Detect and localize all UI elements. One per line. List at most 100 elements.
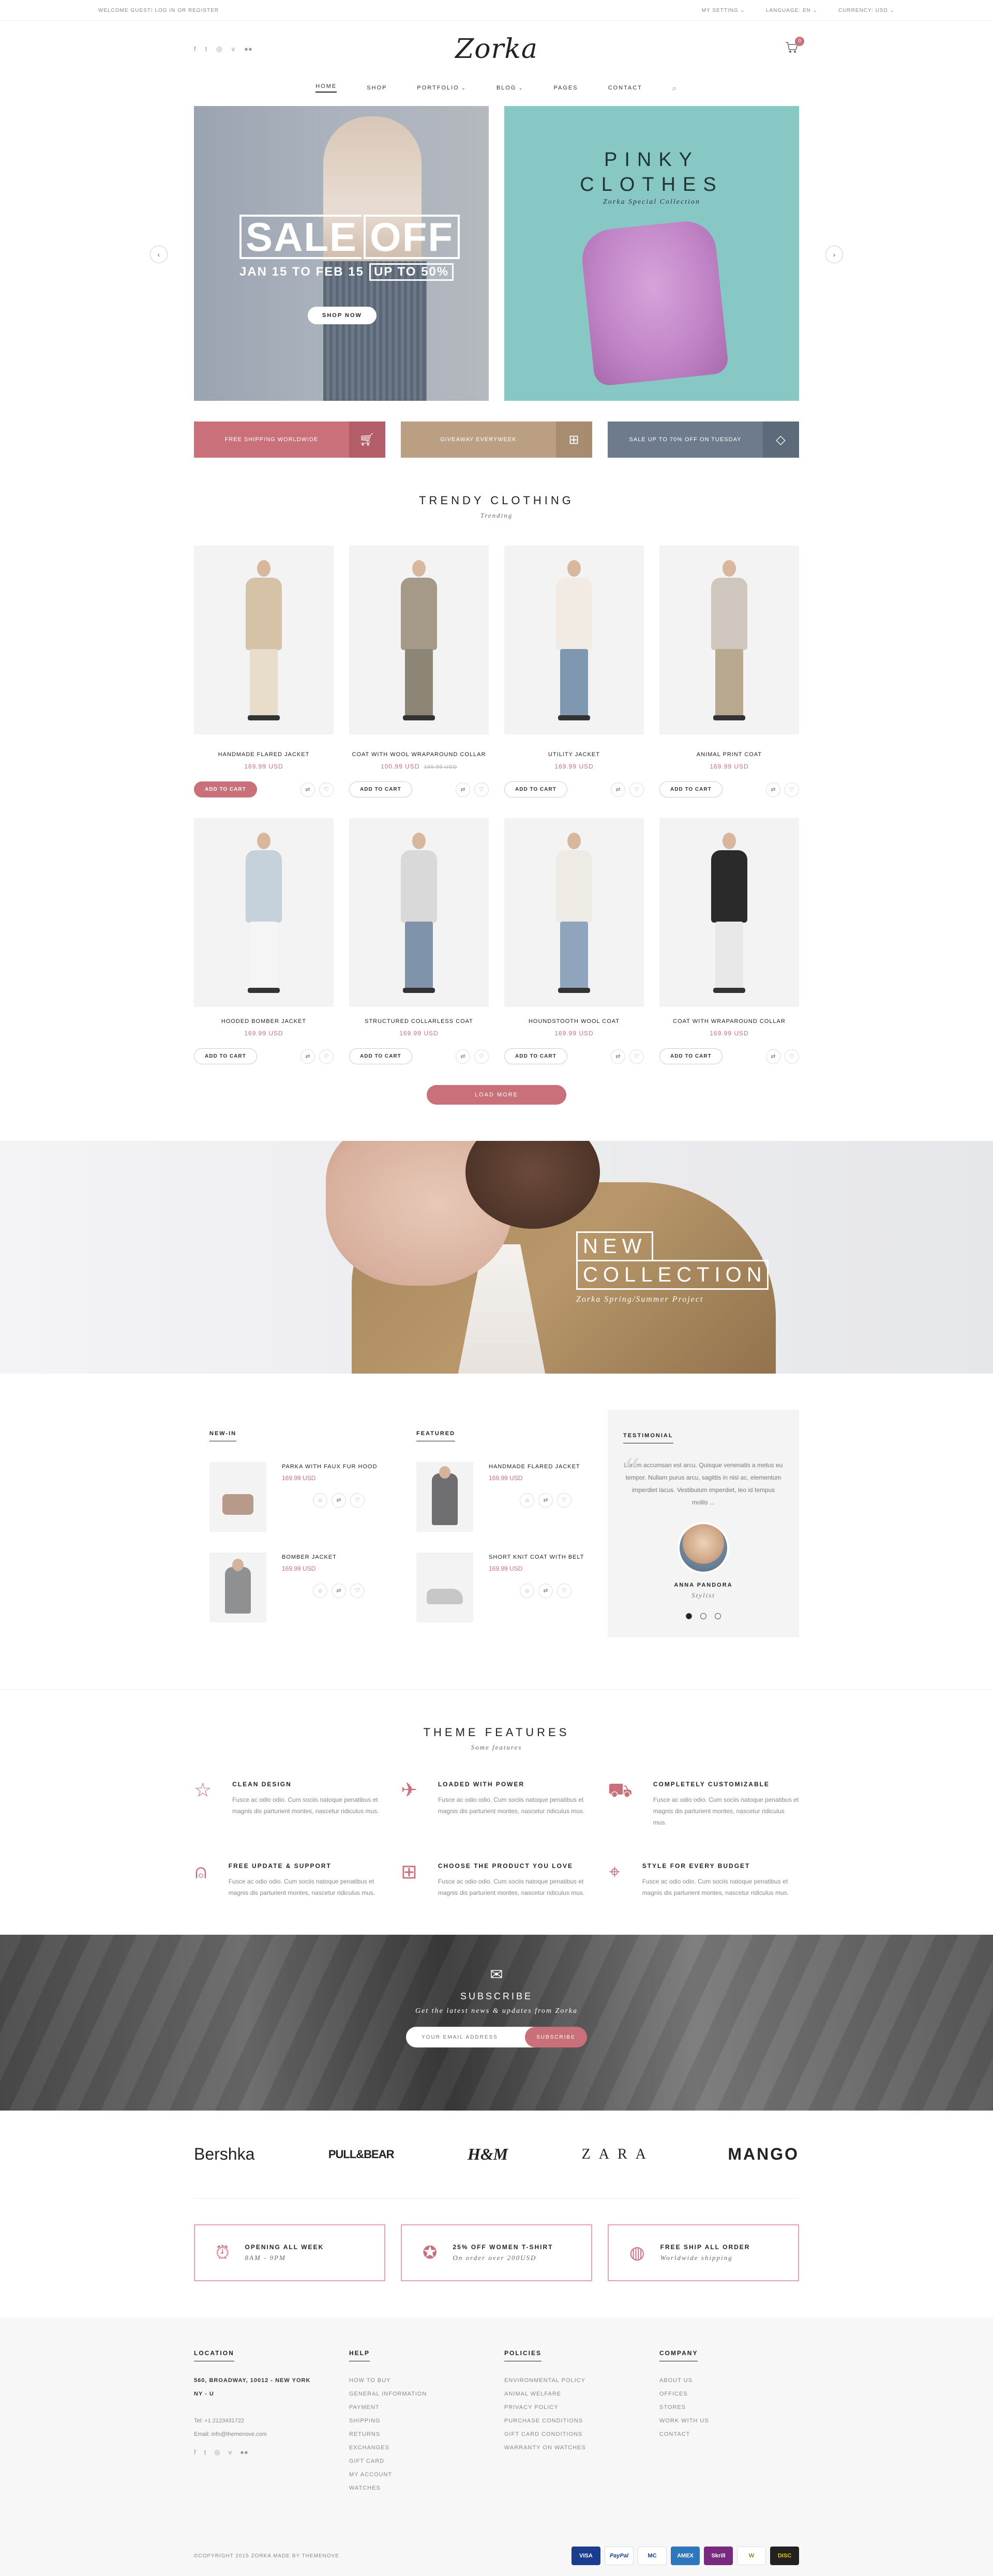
facebook-icon[interactable]: f — [194, 2448, 196, 2457]
flickr-icon[interactable]: ●● — [240, 2448, 248, 2457]
list-item[interactable]: HANDMADE FLARED JACKET 169.99 USD ⌂ ⇄ ♡ — [416, 1462, 592, 1532]
product-name[interactable]: PARKA WITH FAUX FUR HOOD — [282, 1462, 385, 1471]
product-name[interactable]: HANDMADE FLARED JACKET — [489, 1462, 592, 1471]
footer-company-link[interactable]: WORK WITH US — [659, 2414, 799, 2428]
add-to-cart-button[interactable]: ADD TO CART — [659, 781, 723, 797]
compare-icon[interactable]: ⇄ — [611, 1049, 625, 1064]
add-to-cart-button[interactable]: ADD TO CART — [194, 1048, 257, 1064]
footer-help-link[interactable]: PAYMENT — [349, 2401, 489, 2414]
new-collection-banner[interactable]: NEW COLLECTION Zorka Spring/Summer Proje… — [0, 1141, 993, 1374]
cart-icon[interactable]: ⌂ — [520, 1493, 534, 1508]
product-image[interactable] — [194, 818, 334, 1007]
nav-pages[interactable]: PAGES — [553, 85, 578, 91]
product-image[interactable] — [504, 546, 644, 734]
compare-icon[interactable]: ⇄ — [332, 1584, 346, 1598]
info-box-giveaway[interactable]: GIVEAWAY EVERYWEEK ⊞ — [401, 421, 592, 458]
pinky-clothes-banner[interactable]: PINKY CLOTHES Zorka Special Collection — [504, 106, 799, 401]
heart-icon[interactable]: ♡ — [319, 782, 334, 797]
add-to-cart-button[interactable]: ADD TO CART — [194, 781, 257, 797]
compare-icon[interactable]: ⇄ — [456, 782, 470, 797]
brand-hm[interactable]: H&M — [468, 2145, 508, 2164]
footer-company-link[interactable]: ABOUT US — [659, 2374, 799, 2387]
heart-icon[interactable]: ♡ — [629, 782, 644, 797]
twitter-icon[interactable]: t — [205, 45, 207, 53]
product-image[interactable] — [194, 546, 334, 734]
nav-contact[interactable]: CONTACT — [608, 85, 642, 91]
heart-icon[interactable]: ♡ — [474, 1049, 489, 1064]
footer-policy-link[interactable]: ENVIRONMENTAL POLICY — [504, 2374, 644, 2387]
brand-zara[interactable]: ZARA — [582, 2146, 654, 2163]
carousel-dot[interactable] — [686, 1613, 692, 1619]
sale-banner[interactable]: SALE OFF JAN 15 TO FEB 15 UP TO 50% SHOP… — [194, 106, 489, 401]
logo[interactable]: Zorka — [455, 34, 538, 65]
add-to-cart-button[interactable]: ADD TO CART — [349, 781, 412, 797]
heart-icon[interactable]: ♡ — [785, 782, 799, 797]
product-card[interactable]: HOODED BOMBER JACKET 169.99 USD ADD TO C… — [194, 818, 334, 1064]
product-card[interactable]: COAT WITH WOOL WRAPAROUND COLLAR 100.99 … — [349, 546, 489, 797]
compare-icon[interactable]: ⇄ — [300, 782, 315, 797]
list-item[interactable]: BOMBER JACKET 169.99 USD ⌂ ⇄ ♡ — [209, 1553, 385, 1622]
cart-icon[interactable]: ⌂ — [520, 1584, 534, 1598]
product-name[interactable]: COAT WITH WRAPAROUND COLLAR — [659, 1018, 799, 1025]
add-to-cart-button[interactable]: ADD TO CART — [504, 1048, 567, 1064]
currency-dropdown[interactable]: CURRENCY: USD — [838, 8, 895, 13]
cart-icon[interactable]: ⌂ — [313, 1493, 327, 1508]
heart-icon[interactable]: ♡ — [785, 1049, 799, 1064]
footer-company-link[interactable]: OFFICES — [659, 2387, 799, 2401]
brand-mango[interactable]: MANGO — [728, 2145, 799, 2164]
compare-icon[interactable]: ⇄ — [766, 782, 780, 797]
info-box-shipping[interactable]: FREE SHIPPING WORLDWIDE 🛒︎ — [194, 421, 385, 458]
product-name[interactable]: STRUCTURED COLLARLESS COAT — [349, 1018, 489, 1025]
nav-home[interactable]: HOME — [315, 83, 337, 93]
product-name[interactable]: HOODED BOMBER JACKET — [194, 1018, 334, 1025]
brand-bershka[interactable]: Bershka — [194, 2145, 254, 2164]
info-box-sale[interactable]: SALE UP TO 70% OFF ON TUESDAY ◇ — [608, 421, 799, 458]
footer-company-link[interactable]: CONTACT — [659, 2428, 799, 2441]
product-card[interactable]: COAT WITH WRAPAROUND COLLAR 169.99 USD A… — [659, 818, 799, 1064]
chevron-right-icon[interactable]: › — [825, 246, 843, 263]
product-card[interactable]: HOUNDSTOOTH WOOL COAT 169.99 USD ADD TO … — [504, 818, 644, 1064]
footer-help-link[interactable]: HOW TO BUY — [349, 2374, 489, 2387]
instagram-icon[interactable]: ◎ — [216, 45, 222, 53]
subscribe-button[interactable]: SUBSCRIBE — [525, 2027, 587, 2047]
nav-blog[interactable]: BLOG — [496, 85, 524, 91]
compare-icon[interactable]: ⇄ — [538, 1584, 553, 1598]
product-name[interactable]: BOMBER JACKET — [282, 1553, 385, 1562]
nav-shop[interactable]: SHOP — [367, 85, 387, 91]
add-to-cart-button[interactable]: ADD TO CART — [659, 1048, 723, 1064]
footer-help-link[interactable]: SHIPPING — [349, 2414, 489, 2428]
footer-help-link[interactable]: GENERAL INFORMATION — [349, 2387, 489, 2401]
footer-policy-link[interactable]: PURCHASE CONDITIONS — [504, 2414, 644, 2428]
brand-pullandbear[interactable]: PULL&BEAR — [328, 2148, 395, 2161]
heart-icon[interactable]: ♡ — [350, 1493, 365, 1508]
carousel-dot[interactable] — [700, 1613, 706, 1619]
shop-now-button[interactable]: SHOP NOW — [308, 307, 377, 324]
nav-portfolio[interactable]: PORTFOLIO — [417, 85, 466, 91]
compare-icon[interactable]: ⇄ — [611, 782, 625, 797]
facebook-icon[interactable]: f — [194, 45, 196, 53]
email-text[interactable]: Email: info@themenove.com — [194, 2428, 334, 2441]
cart-icon[interactable]: 0 — [785, 36, 804, 58]
footer-policy-link[interactable]: WARRANTY ON WATCHES — [504, 2441, 644, 2454]
compare-icon[interactable]: ⇄ — [332, 1493, 346, 1508]
carousel-dot[interactable] — [715, 1613, 721, 1619]
heart-icon[interactable]: ♡ — [557, 1493, 571, 1508]
footer-policy-link[interactable]: ANIMAL WELFARE — [504, 2387, 644, 2401]
flickr-icon[interactable]: ●● — [244, 45, 252, 53]
footer-policy-link[interactable]: PRIVACY POLICY — [504, 2401, 644, 2414]
product-name[interactable]: HOUNDSTOOTH WOOL COAT — [504, 1018, 644, 1025]
list-item[interactable]: PARKA WITH FAUX FUR HOOD 169.99 USD ⌂ ⇄ ♡ — [209, 1462, 385, 1532]
vimeo-icon[interactable]: v — [229, 2448, 232, 2457]
vimeo-icon[interactable]: v — [232, 45, 235, 53]
chevron-left-icon[interactable]: ‹ — [150, 246, 168, 263]
product-name[interactable]: SHORT KNIT COAT WITH BELT — [489, 1553, 592, 1562]
product-name[interactable]: UTILITY JACKET — [504, 751, 644, 758]
product-name[interactable]: COAT WITH WOOL WRAPAROUND COLLAR — [349, 751, 489, 758]
cart-icon[interactable]: ⌂ — [313, 1584, 327, 1598]
product-image[interactable] — [349, 818, 489, 1007]
footer-help-link[interactable]: EXCHANGES — [349, 2441, 489, 2454]
product-card[interactable]: STRUCTURED COLLARLESS COAT 169.99 USD AD… — [349, 818, 489, 1064]
footer-help-link[interactable]: RETURNS — [349, 2428, 489, 2441]
footer-policy-link[interactable]: GIFT CARD CONDITIONS — [504, 2428, 644, 2441]
list-item[interactable]: SHORT KNIT COAT WITH BELT 169.99 USD ⌂ ⇄ ♡ — [416, 1553, 592, 1622]
